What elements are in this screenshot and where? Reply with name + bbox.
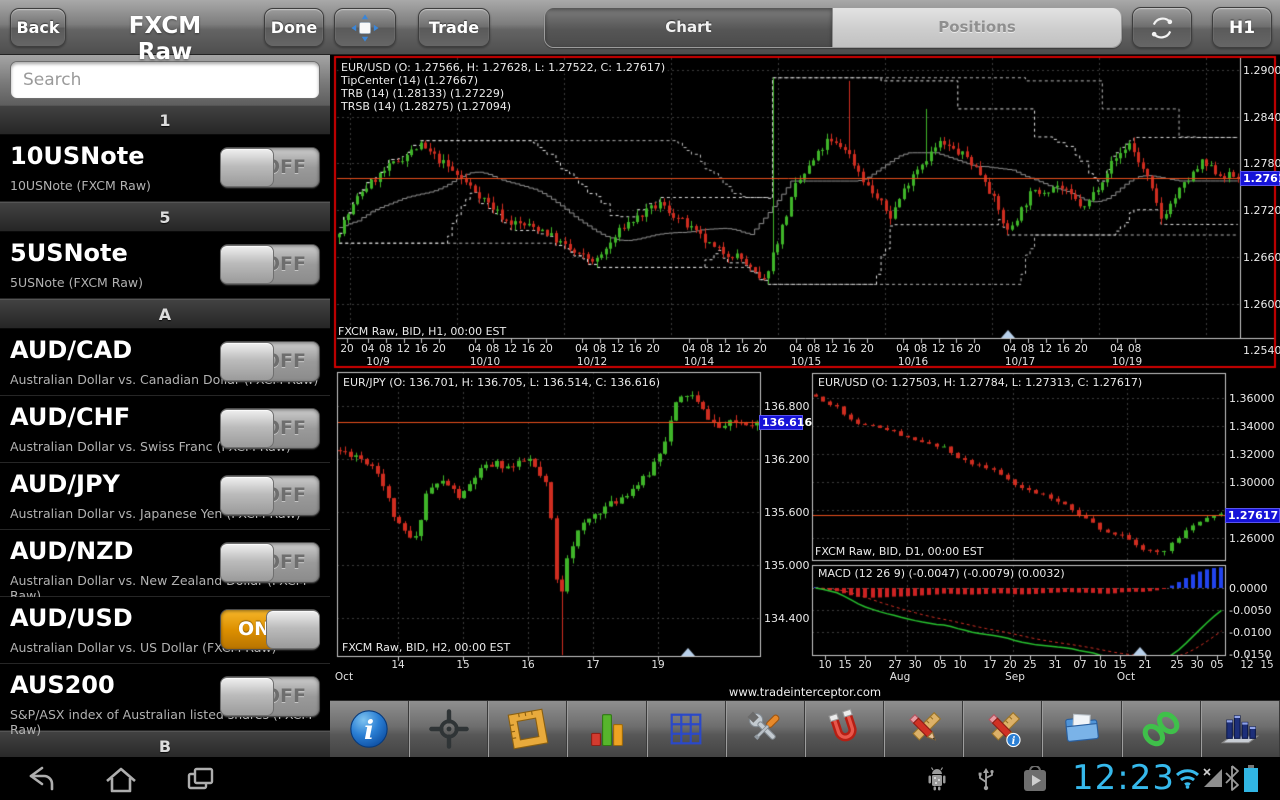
tools-icon (747, 711, 780, 740)
tool-bar-chart-button[interactable] (567, 701, 647, 757)
tool-magnet-button[interactable] (804, 701, 885, 757)
link-icon (1142, 711, 1180, 747)
trade-button[interactable]: Trade (418, 8, 490, 47)
chart-positions-tabs: Chart Positions (544, 7, 1122, 48)
move-icon (351, 13, 379, 42)
timeframe-button[interactable]: H1 (1212, 7, 1272, 48)
toggle-knob (220, 245, 274, 284)
toggle-audchf[interactable]: OFF (220, 408, 320, 449)
instrument-row[interactable]: AUD/CAD Australian Dollar vs. Canadian Do… (0, 329, 330, 396)
android-back-icon[interactable] (22, 762, 58, 796)
scroll-to-latest-button[interactable] (680, 648, 696, 658)
magnet-icon (827, 708, 857, 742)
instrument-symbol: AUD/USD (10, 604, 133, 632)
toggle-audusd[interactable]: ON (220, 609, 320, 650)
instrument-description: 5USNote (FXCM Raw) (10, 275, 143, 290)
toggle-knob (266, 610, 320, 649)
market-depth-icon (1221, 715, 1260, 744)
move-chart-button[interactable] (334, 8, 396, 47)
android-recents-icon[interactable] (182, 762, 220, 796)
toggle-knob (220, 476, 274, 515)
page-title: FXCM Raw (128, 13, 202, 65)
android-debug-icon (928, 767, 946, 791)
instrument-row[interactable]: 10USNote 10USNote (FXCM Raw) OFF (0, 135, 330, 202)
svg-text:i: i (364, 715, 374, 746)
toggle-aus200[interactable]: OFF (220, 676, 320, 717)
bar-chart-icon (591, 714, 623, 747)
instrument-symbol: AUS200 (10, 671, 115, 699)
chart-toolbar: ii (330, 700, 1280, 757)
toggle-knob (220, 148, 274, 187)
toggle-5usnote[interactable]: OFF (220, 244, 320, 285)
instrument-row[interactable]: AUD/USD Australian Dollar vs. US Dollar (… (0, 597, 330, 664)
usb-icon (978, 768, 994, 791)
toggle-audcad[interactable]: OFF (220, 341, 320, 382)
instrument-description: 10USNote (FXCM Raw) (10, 178, 151, 193)
ruler-icon (507, 708, 549, 750)
instrument-symbol: AUD/CAD (10, 336, 133, 364)
tool-link-button[interactable] (1121, 701, 1201, 757)
folder-icon (1065, 713, 1099, 742)
toggle-knob (220, 677, 274, 716)
toggle-audnzd[interactable]: OFF (220, 542, 320, 583)
info-icon: i (350, 710, 388, 748)
clock: 12:23 (1072, 758, 1175, 798)
charts-canvas[interactable] (330, 55, 1280, 700)
grid-icon (670, 713, 702, 745)
toggle-knob (220, 342, 274, 381)
svg-text:i: i (1011, 736, 1015, 747)
tool-drawing-tools-info-button[interactable]: i (963, 701, 1043, 757)
section-header: A (0, 299, 330, 329)
android-nav-bar: 12:23 (0, 757, 1280, 800)
instrument-list: 1 10USNote 10USNote (FXCM Raw) OFF 5 5USNote 5… (0, 105, 330, 757)
watermark-url: www.tradeinterceptor.com (728, 685, 882, 699)
instrument-symbol: AUD/NZD (10, 537, 134, 565)
tab-chart[interactable]: Chart (545, 8, 833, 47)
instrument-symbol: AUD/CHF (10, 403, 131, 431)
tool-info-button[interactable]: i (330, 701, 410, 757)
toggle-knob (220, 543, 274, 582)
instrument-symbol: 10USNote (10, 142, 145, 170)
instrument-sidebar: 110USNote10USNote (FXCM Raw)OFF55USNote5… (0, 55, 330, 757)
wifi-icon (1175, 769, 1200, 789)
tool-folder-button[interactable] (1042, 701, 1122, 757)
sync-icon (1151, 17, 1173, 38)
android-home-icon[interactable] (102, 762, 140, 796)
instrument-row[interactable]: AUD/JPY Australian Dollar vs. Japanese Ye… (0, 463, 330, 530)
toggle-10usnote[interactable]: OFF (220, 147, 320, 188)
tool-tools-button[interactable] (725, 701, 805, 757)
scroll-to-latest-button[interactable] (1132, 647, 1148, 657)
tool-crosshair-button[interactable] (409, 701, 489, 757)
tab-positions[interactable]: Positions (833, 8, 1121, 47)
done-button[interactable]: Done (264, 8, 324, 47)
scroll-to-latest-button[interactable] (1000, 330, 1016, 340)
chart-area: EUR/USD (O: 1.27566, H: 1.27628, L: 1.27… (330, 55, 1280, 700)
back-button[interactable]: Back (10, 8, 66, 47)
toggle-audjpy[interactable]: OFF (220, 475, 320, 516)
battery-icon (1244, 765, 1258, 792)
bluetooth-icon (1225, 765, 1239, 791)
tool-grid-button[interactable] (646, 701, 726, 757)
tool-market-depth-button[interactable] (1200, 701, 1280, 757)
crosshair-icon (428, 709, 469, 749)
toggle-knob (220, 409, 274, 448)
instrument-row[interactable]: AUS200 S&P/ASX index of Australian listed… (0, 664, 330, 737)
section-header: 5 (0, 202, 330, 232)
download-icon (1024, 766, 1046, 791)
sync-button[interactable] (1132, 7, 1192, 48)
search-input[interactable] (10, 61, 320, 99)
instrument-symbol: 5USNote (10, 239, 128, 267)
section-header: 1 (0, 105, 330, 135)
tool-drawing-tools-button[interactable] (884, 701, 964, 757)
instrument-row[interactable]: AUD/NZD Australian Dollar vs. New Zealand… (0, 530, 330, 603)
tool-ruler-button[interactable] (488, 701, 568, 757)
signal-icon (1203, 768, 1222, 787)
top-bar: Back FXCM Raw Done Trade Chart Positions… (0, 0, 1280, 65)
drawing-tools-icon (908, 711, 941, 741)
instrument-symbol: AUD/JPY (10, 470, 120, 498)
instrument-row[interactable]: AUD/CHF Australian Dollar vs. Swiss Franc… (0, 396, 330, 463)
instrument-row[interactable]: 5USNote 5USNote (FXCM Raw) OFF (0, 232, 330, 299)
app-screen: Back FXCM Raw Done Trade Chart Positions… (0, 0, 1280, 800)
drawing-tools-info-icon: i (988, 711, 1021, 747)
